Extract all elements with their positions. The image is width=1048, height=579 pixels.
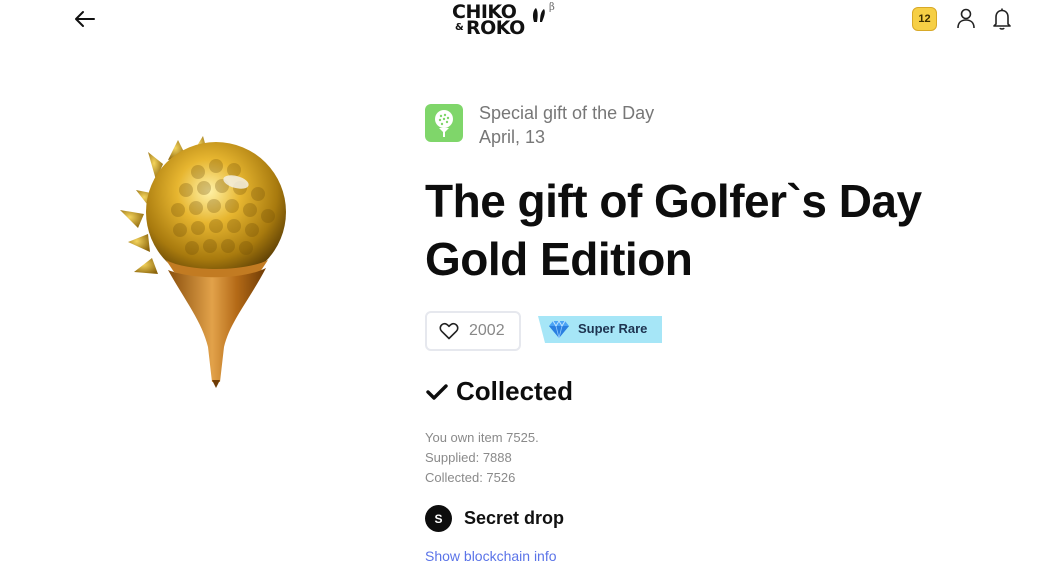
gift-subtitle: Special gift of the Day <box>479 103 655 123</box>
bell-icon <box>993 8 1011 30</box>
collected-status: Collected <box>426 376 573 407</box>
golden-golf-ball-on-tee <box>120 136 286 388</box>
item-artwork <box>108 132 298 394</box>
item-title: The gift of Golfer`s Day Gold Edition <box>425 175 922 285</box>
golf-ball-on-tee-icon <box>435 110 453 137</box>
heart-icon <box>439 323 459 340</box>
collected-label: Collected <box>456 376 574 406</box>
like-button[interactable]: 2002 <box>425 311 521 351</box>
checkmark-icon <box>426 383 448 400</box>
coin-balance-badge[interactable]: 12 <box>912 7 937 31</box>
rarity-label: Super Rare <box>578 321 648 336</box>
collected-count: Collected: 7526 <box>425 470 516 485</box>
beta-mark: β <box>549 2 555 13</box>
creator-name: Secret drop <box>464 508 565 528</box>
creator-avatar: S <box>425 505 452 532</box>
show-blockchain-info-link[interactable]: Show blockchain info <box>425 548 557 564</box>
notifications-button[interactable] <box>991 7 1013 31</box>
like-count: 2002 <box>469 322 505 339</box>
bunny-ears-icon <box>532 8 545 22</box>
gift-date: April, 13 <box>479 127 546 147</box>
creator-row[interactable]: S Secret drop <box>425 505 564 532</box>
rarity-badge: Super Rare <box>538 316 662 343</box>
chiko-roko-logo[interactable]: CHIKO & ROKO β <box>452 2 562 38</box>
logo-text-line2: ROKO <box>466 17 525 39</box>
arrow-left-icon <box>75 11 95 27</box>
profile-button[interactable] <box>955 7 977 29</box>
gift-category-icon-tile <box>425 104 463 142</box>
user-icon <box>957 8 975 29</box>
nft-item-page: CHIKO & ROKO β 12 Special gift of the Da… <box>0 0 1048 579</box>
supplied-count: Supplied: 7888 <box>425 450 512 465</box>
diamond-icon <box>549 320 569 339</box>
back-button[interactable] <box>72 6 98 32</box>
logo-ampersand: & <box>455 22 464 33</box>
owned-item-number: You own item 7525. <box>425 430 539 445</box>
